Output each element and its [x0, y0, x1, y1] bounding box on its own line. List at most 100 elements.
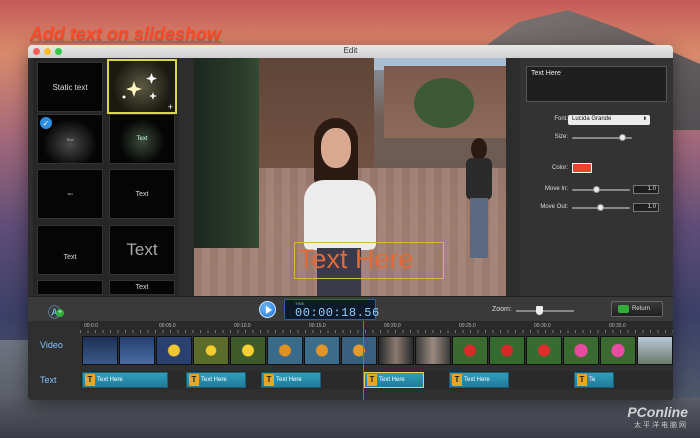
play-button[interactable]: [259, 301, 276, 318]
text-clip[interactable]: T Te: [574, 372, 614, 388]
zoom-slider-thumb[interactable]: [536, 306, 543, 315]
font-label: Font:: [554, 116, 568, 122]
video-thumbnail[interactable]: [600, 336, 636, 365]
zoom-label: Zoom:: [492, 306, 512, 313]
tick-label: 00:30.0: [534, 323, 551, 329]
video-thumbnail[interactable]: [526, 336, 562, 365]
video-thumbnail[interactable]: [304, 336, 340, 365]
person-photo: [462, 138, 496, 258]
video-thumbnail[interactable]: [637, 336, 673, 365]
text-clip-label: Text Here: [379, 377, 405, 383]
tick-label: 00:20.0: [384, 323, 401, 329]
window-title: Edit: [343, 46, 358, 55]
rocks-bottom-background: [0, 398, 700, 438]
sparkle-icon: [122, 72, 157, 100]
text-input[interactable]: Text Here: [526, 66, 667, 102]
select-arrows-icon: ⬍: [642, 116, 647, 122]
video-thumbnail[interactable]: [341, 336, 377, 365]
text-preset-panel: Static text + ✓ Text Text Text Text Text: [33, 58, 179, 295]
text-overlay[interactable]: Text Here: [298, 244, 414, 275]
watermark: PConline 太平洋电脑网: [627, 404, 688, 430]
color-label: Color:: [551, 165, 568, 171]
text-clip[interactable]: T Text Here: [82, 372, 168, 388]
text-clip[interactable]: T Text Here: [261, 372, 321, 388]
tick-label: 00:25.0: [459, 323, 476, 329]
watermark-logo: PConline: [627, 404, 688, 420]
text-clip-icon: T: [85, 374, 95, 386]
tick-label: 00:10.0: [234, 323, 251, 329]
video-track[interactable]: [82, 336, 673, 365]
preset-glow[interactable]: Text: [109, 114, 175, 164]
size-label: Size:: [554, 134, 568, 140]
text-clip-icon: T: [577, 374, 587, 386]
preset-small[interactable]: Text: [109, 169, 175, 219]
text-clip-label: Text Here: [464, 377, 490, 383]
video-thumbnail[interactable]: [452, 336, 488, 365]
text-clip-label: Text Here: [201, 377, 227, 383]
move-in-slider-thumb[interactable]: [593, 186, 600, 193]
video-thumbnail[interactable]: [267, 336, 303, 365]
video-thumbnail[interactable]: [119, 336, 155, 365]
titlebar: Edit: [28, 45, 673, 58]
check-icon: ✓: [40, 117, 52, 129]
text-clip-label: Te: [589, 377, 596, 383]
text-clip-selected[interactable]: T Text Here: [364, 372, 424, 388]
move-out-label: Move Out:: [540, 204, 568, 210]
video-thumbnail[interactable]: [193, 336, 229, 365]
plus-icon: +: [56, 309, 64, 317]
text-track[interactable]: T Text Here T Text Here T Text Here T Te…: [80, 371, 673, 389]
return-button[interactable]: Return: [611, 301, 663, 317]
text-clip-label: Text Here: [97, 377, 123, 383]
preset-label: Static text: [52, 82, 88, 92]
headline: Add text on slideshow: [30, 24, 222, 44]
return-label: Return: [632, 306, 651, 312]
video-thumbnail[interactable]: [82, 336, 118, 365]
preset-partial-left[interactable]: [37, 280, 103, 295]
preset-static-text[interactable]: Static text: [37, 62, 103, 112]
move-out-slider-thumb[interactable]: [597, 204, 604, 211]
preset-medium[interactable]: Text: [37, 225, 103, 275]
font-value: Lucida Grande: [572, 116, 612, 122]
preset-sparkle[interactable]: +: [107, 59, 177, 114]
zoom-slider[interactable]: [516, 310, 574, 312]
timeline-ruler[interactable]: 00:0.0 00:05.0 00:10.0 00:15.0 00:20.0 0…: [80, 321, 673, 333]
video-thumbnail[interactable]: [230, 336, 266, 365]
text-clip[interactable]: T Text Here: [449, 372, 509, 388]
preset-label: Text: [63, 253, 77, 261]
tick-label: 00:0.0: [84, 323, 98, 329]
preset-partial-right[interactable]: Text: [109, 280, 175, 295]
text-clip-icon: T: [367, 374, 377, 386]
video-thumbnail[interactable]: [489, 336, 525, 365]
playhead[interactable]: [363, 321, 364, 400]
video-thumbnail[interactable]: [563, 336, 599, 365]
preset-large[interactable]: Text: [109, 225, 175, 275]
watermark-subtitle: 太平洋电脑网: [634, 422, 688, 429]
time-display: TIME 00:00:18.56: [284, 299, 379, 320]
font-select[interactable]: Lucida Grande ⬍: [568, 115, 650, 125]
edit-window: Edit Static text + ✓ Text Text Text Text: [28, 45, 673, 400]
timeline[interactable]: 00:0.0 00:05.0 00:10.0 00:15.0 00:20.0 0…: [28, 321, 673, 400]
text-clip-icon: T: [189, 374, 199, 386]
preset-label: Text: [136, 136, 148, 142]
text-clip-label: Text Here: [276, 377, 302, 383]
text-track-label: Text: [40, 375, 57, 385]
video-thumbnail[interactable]: [415, 336, 451, 365]
color-swatch[interactable]: [572, 163, 592, 173]
preset-particles[interactable]: ✓ Text: [37, 114, 103, 164]
tick-label: 00:35.0: [609, 323, 626, 329]
video-preview[interactable]: Text Here: [194, 58, 506, 296]
video-thumbnail[interactable]: [378, 336, 414, 365]
preset-label: Text: [66, 136, 74, 142]
move-in-value[interactable]: 1.0: [633, 185, 659, 194]
preset-tiny[interactable]: Text: [37, 169, 103, 219]
return-icon: [618, 305, 629, 313]
tick-label: 00:15.0: [309, 323, 326, 329]
move-in-slider[interactable]: [572, 189, 630, 191]
move-out-value[interactable]: 1.0: [633, 203, 659, 212]
add-icon: +: [167, 102, 173, 112]
text-clip-icon: T: [264, 374, 274, 386]
text-clip[interactable]: T Text Here: [186, 372, 246, 388]
video-track-label: Video: [40, 340, 63, 350]
size-slider-thumb[interactable]: [619, 134, 626, 141]
video-thumbnail[interactable]: [156, 336, 192, 365]
